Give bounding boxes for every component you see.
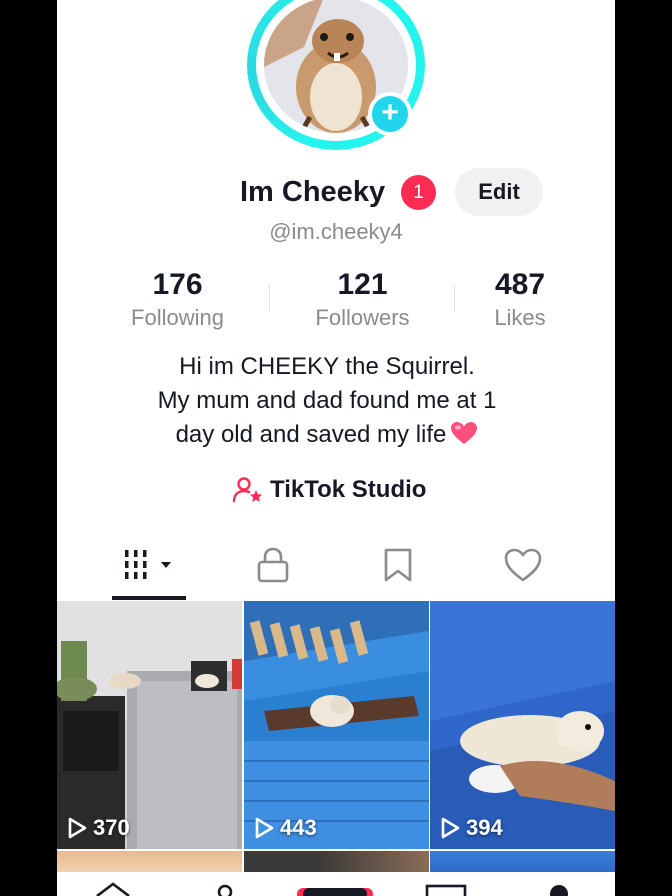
- active-tab-indicator: [112, 596, 186, 600]
- tiktok-studio-label: TikTok Studio: [270, 476, 427, 503]
- following-label: Following: [131, 305, 224, 330]
- bio: Hi im CHEEKY the Squirrel. My mum and da…: [97, 350, 557, 452]
- video-thumbnail-image: [244, 601, 429, 849]
- display-name: Im Cheeky: [240, 176, 386, 208]
- following-stat[interactable]: 176 Following: [105, 266, 250, 332]
- profile-tabs: [57, 530, 615, 600]
- video-thumbnail-image: [57, 601, 242, 849]
- view-count: 394: [440, 815, 503, 841]
- tab-videos[interactable]: [79, 530, 218, 600]
- view-count-value: 394: [466, 815, 503, 840]
- bio-line-last: day old and saved my life: [97, 418, 557, 452]
- chevron-down-icon: [160, 562, 171, 568]
- following-count: 176: [152, 268, 203, 301]
- tab-private[interactable]: [203, 530, 342, 600]
- play-icon: [441, 817, 460, 839]
- username-handle: @im.cheeky4: [269, 219, 403, 244]
- grid-icon: [124, 550, 171, 579]
- creator-star-icon: [232, 477, 263, 503]
- video-thumbnail-image: [430, 601, 615, 849]
- friends-icon: [217, 884, 233, 896]
- avatar[interactable]: +: [247, 0, 425, 150]
- heart-icon: [504, 548, 541, 582]
- followers-stat[interactable]: 121 Followers: [290, 266, 435, 332]
- video-thumbnail[interactable]: 370: [57, 601, 242, 849]
- tiktok-studio-button[interactable]: TikTok Studio: [232, 472, 426, 508]
- likes-count: 487: [494, 268, 546, 301]
- bio-line-text: day old and saved my life: [175, 421, 447, 448]
- edit-profile-button[interactable]: Edit: [455, 168, 543, 216]
- tab-liked[interactable]: [453, 530, 592, 600]
- bottom-nav-bar: [57, 872, 615, 896]
- home-icon: [96, 882, 130, 896]
- video-grid: 370 443 394: [57, 601, 615, 851]
- play-icon: [255, 817, 274, 839]
- profile-icon: [550, 885, 568, 896]
- bio-line: My mum and dad found me at 1: [157, 387, 497, 414]
- notification-badge[interactable]: 1: [401, 175, 436, 210]
- add-story-button[interactable]: +: [368, 92, 412, 136]
- view-count: 370: [67, 815, 130, 841]
- bottom-nav-icons: [96, 882, 568, 896]
- heart-emoji-icon: [451, 422, 478, 444]
- stat-divider: [269, 284, 270, 312]
- view-count-value: 370: [93, 815, 130, 840]
- play-icon: [68, 817, 87, 839]
- inbox-icon: [425, 884, 467, 896]
- video-thumbnail[interactable]: 394: [430, 601, 615, 849]
- profile-screen: + Im Cheeky 1 Edit @im.cheeky4 176 Follo…: [57, 0, 615, 896]
- view-count: 443: [254, 815, 317, 841]
- likes-label: Likes: [494, 305, 546, 330]
- followers-count: 121: [337, 268, 388, 301]
- view-count-value: 443: [280, 815, 317, 840]
- plus-icon: +: [381, 96, 399, 129]
- tab-favorites[interactable]: [328, 530, 467, 600]
- lock-icon: [257, 547, 288, 583]
- likes-stat[interactable]: 487 Likes: [469, 266, 571, 332]
- stat-divider: [454, 284, 455, 312]
- followers-label: Followers: [315, 305, 410, 330]
- video-thumbnail[interactable]: 443: [244, 601, 429, 849]
- bio-line: Hi im CHEEKY the Squirrel.: [179, 353, 475, 380]
- bookmark-icon: [384, 548, 411, 582]
